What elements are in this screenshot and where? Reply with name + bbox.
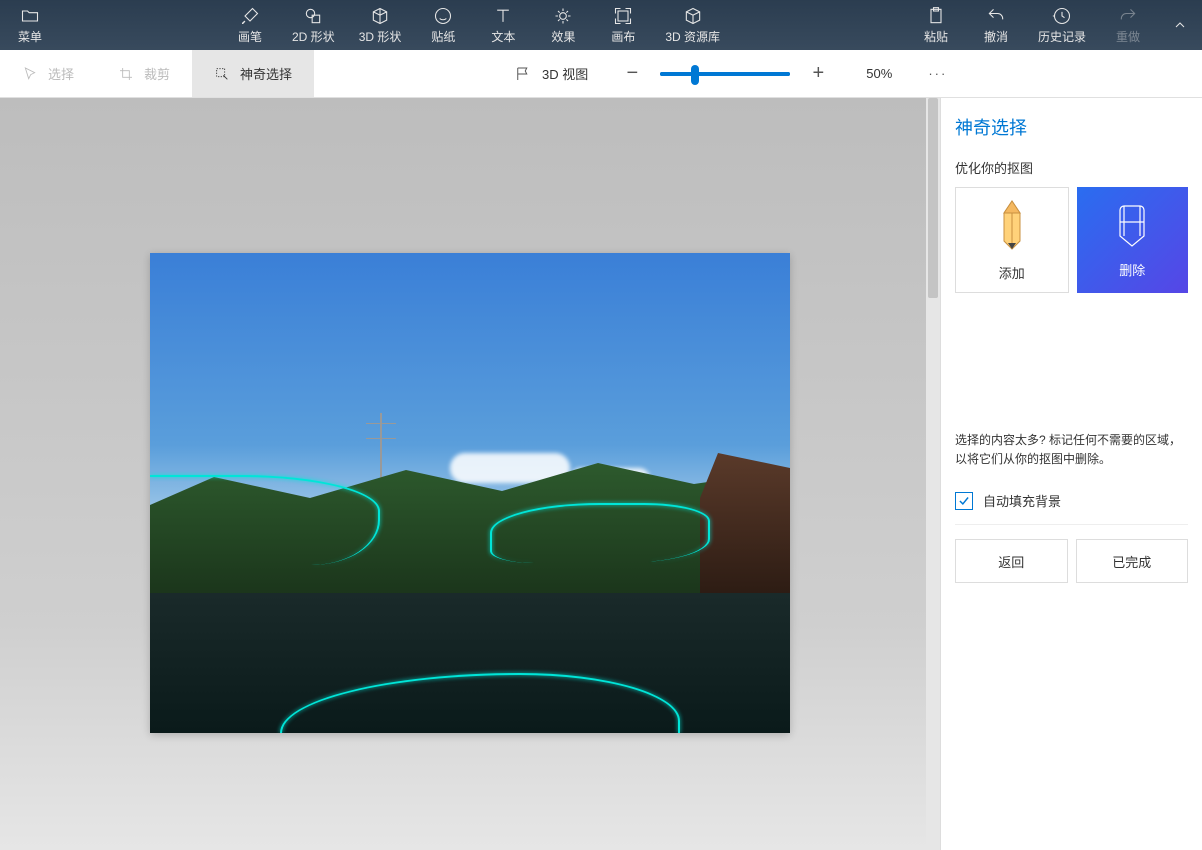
shapes2d-label: 2D 形状 xyxy=(292,28,335,45)
panel-title: 神奇选择 xyxy=(955,114,1188,140)
magic-select-icon xyxy=(214,66,230,82)
redo-icon xyxy=(1118,6,1138,26)
brush-icon xyxy=(240,6,260,26)
history-icon xyxy=(1052,6,1072,26)
crop-label: 裁剪 xyxy=(144,64,170,83)
main-toolbar: 菜单 画笔 2D 形状 3D 形状 贴纸 文本 效果 画布 3D 资源库 粘贴 … xyxy=(0,0,1202,50)
add-label: 添加 xyxy=(999,263,1025,282)
view3d-label: 3D 视图 xyxy=(542,64,588,83)
zoom-slider[interactable] xyxy=(660,72,790,76)
back-button[interactable]: 返回 xyxy=(955,539,1068,583)
flag-icon xyxy=(514,65,532,83)
add-tool-card[interactable]: 添加 xyxy=(955,187,1069,293)
history-button[interactable]: 历史记录 xyxy=(1026,0,1098,50)
text-icon xyxy=(493,6,513,26)
stickers-button[interactable]: 贴纸 xyxy=(413,0,473,50)
zoom-out-button[interactable]: − xyxy=(618,60,646,88)
shapes3d-button[interactable]: 3D 形状 xyxy=(347,0,414,50)
canvas-icon xyxy=(613,6,633,26)
zoom-controls: − + 50% ··· xyxy=(618,60,959,88)
autofill-checkbox[interactable]: 自动填充背景 xyxy=(955,483,1188,525)
undo-button[interactable]: 撤消 xyxy=(966,0,1026,50)
effects-label: 效果 xyxy=(551,28,575,45)
help-text: 选择的内容太多? 标记任何不需要的区域，以将它们从你的抠图中删除。 xyxy=(955,431,1188,469)
menu-label: 菜单 xyxy=(18,28,42,45)
eraser-icon xyxy=(1114,202,1150,248)
paste-label: 粘贴 xyxy=(924,28,948,45)
canvas-viewport[interactable] xyxy=(0,98,940,850)
folder-icon xyxy=(20,6,40,26)
shapes3d-label: 3D 形状 xyxy=(359,28,402,45)
paste-button[interactable]: 粘贴 xyxy=(906,0,966,50)
history-label: 历史记录 xyxy=(1038,28,1086,45)
remove-label: 删除 xyxy=(1119,260,1145,279)
magic-select-tool[interactable]: 神奇选择 xyxy=(192,50,314,97)
undo-icon xyxy=(986,6,1006,26)
expand-toolbar-button[interactable] xyxy=(1158,0,1202,50)
view3d-toggle[interactable]: 3D 视图 xyxy=(514,64,588,83)
crop-icon xyxy=(118,66,134,82)
canvas-label: 画布 xyxy=(611,28,635,45)
vertical-scrollbar[interactable] xyxy=(926,98,940,850)
refine-tools: 添加 删除 xyxy=(955,187,1188,293)
effects-button[interactable]: 效果 xyxy=(533,0,593,50)
redo-button: 重做 xyxy=(1098,0,1158,50)
library3d-label: 3D 资源库 xyxy=(665,28,720,45)
selection-outline xyxy=(150,475,380,565)
text-button[interactable]: 文本 xyxy=(473,0,533,50)
sticker-icon xyxy=(433,6,453,26)
remove-tool-card[interactable]: 删除 xyxy=(1077,187,1189,293)
brush-label: 画笔 xyxy=(238,28,262,45)
structure xyxy=(700,453,790,603)
autofill-label: 自动填充背景 xyxy=(983,491,1061,510)
select-label: 选择 xyxy=(48,64,74,83)
image-canvas[interactable] xyxy=(150,253,790,733)
action-buttons: 返回 已完成 xyxy=(955,539,1188,583)
scrollbar-thumb[interactable] xyxy=(928,98,938,298)
panel-subtitle: 优化你的抠图 xyxy=(955,158,1188,177)
select-tool: 选择 xyxy=(0,50,96,97)
main-area: 神奇选择 优化你的抠图 添加 删除 选择的内容太多? 标记任何不需要的区 xyxy=(0,98,1202,850)
crop-tool: 裁剪 xyxy=(96,50,192,97)
zoom-in-button[interactable]: + xyxy=(804,60,832,88)
zoom-slider-thumb[interactable] xyxy=(691,65,699,85)
stickers-label: 贴纸 xyxy=(431,28,455,45)
library3d-button[interactable]: 3D 资源库 xyxy=(653,0,732,50)
cube-icon xyxy=(370,6,390,26)
redo-label: 重做 xyxy=(1116,28,1140,45)
selection-outline xyxy=(490,503,710,563)
pencil-icon xyxy=(998,199,1026,251)
shapes2d-button[interactable]: 2D 形状 xyxy=(280,0,347,50)
chevron-up-icon xyxy=(1172,17,1188,33)
library-icon xyxy=(683,6,703,26)
effects-icon xyxy=(553,6,573,26)
brush-button[interactable]: 画笔 xyxy=(220,0,280,50)
done-button[interactable]: 已完成 xyxy=(1076,539,1189,583)
magic-select-panel: 神奇选择 优化你的抠图 添加 删除 选择的内容太多? 标记任何不需要的区 xyxy=(940,98,1202,850)
more-options-button[interactable]: ··· xyxy=(916,66,959,81)
undo-label: 撤消 xyxy=(984,28,1008,45)
tower xyxy=(380,413,382,483)
zoom-value: 50% xyxy=(866,66,892,81)
canvas-button[interactable]: 画布 xyxy=(593,0,653,50)
sub-toolbar: 选择 裁剪 神奇选择 3D 视图 − + 50% ··· xyxy=(0,50,1202,98)
cursor-icon xyxy=(22,66,38,82)
magic-select-label: 神奇选择 xyxy=(240,64,292,83)
checkbox-icon xyxy=(955,492,973,510)
menu-button[interactable]: 菜单 xyxy=(0,0,60,50)
paste-icon xyxy=(926,6,946,26)
shapes2d-icon xyxy=(303,6,323,26)
text-label: 文本 xyxy=(491,28,515,45)
